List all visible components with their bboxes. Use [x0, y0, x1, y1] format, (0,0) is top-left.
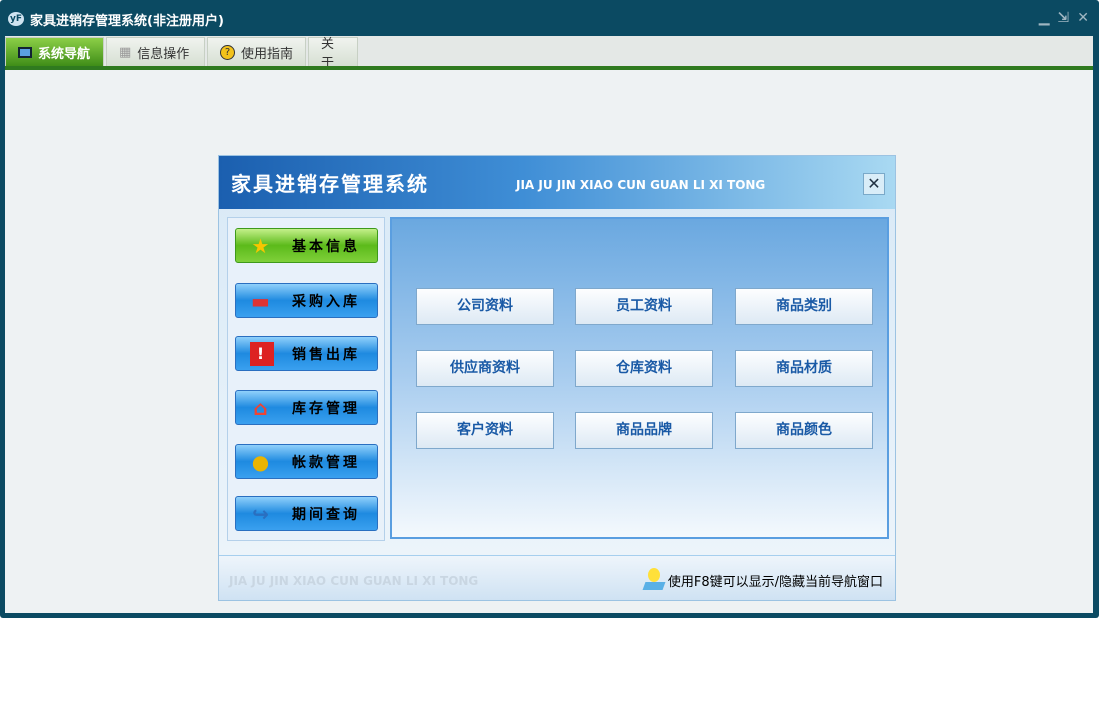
- btn-company-info[interactable]: 公司资料: [416, 288, 554, 325]
- star-icon: ★: [251, 233, 273, 258]
- lightbulb-icon: [644, 568, 664, 592]
- tab-info-ops[interactable]: ▦ 信息操作: [106, 37, 205, 66]
- navigation-dialog: 家具进销存管理系统 JIA JU JIN XIAO CUN GUAN LI XI…: [218, 155, 896, 601]
- nav-inventory[interactable]: ⌂ 库存管理: [235, 390, 378, 425]
- function-panel: 公司资料 员工资料 商品类别 供应商资料 仓库资料 商品材质 客户资料 商品品牌…: [390, 217, 889, 539]
- nav-basic-info[interactable]: ★ 基本信息: [235, 228, 378, 263]
- dialog-subtitle: JIA JU JIN XIAO CUN GUAN LI XI TONG: [516, 178, 766, 192]
- coins-icon: ●: [251, 449, 273, 474]
- arrow-icon: ↪: [252, 501, 272, 526]
- close-window-button[interactable]: ✕: [1077, 10, 1089, 26]
- dialog-footer: JIA JU JIN XIAO CUN GUAN LI XI TONG 使用F8…: [219, 555, 895, 600]
- minimize-button[interactable]: ▁: [1039, 10, 1050, 26]
- nav-purchase[interactable]: ▬ 采购入库: [235, 283, 378, 318]
- f8-hint: 使用F8键可以显示/隐藏当前导航窗口: [667, 574, 883, 590]
- btn-supplier-info[interactable]: 供应商资料: [416, 350, 554, 387]
- tab-about[interactable]: 关于: [308, 37, 358, 71]
- btn-warehouse-info[interactable]: 仓库资料: [575, 350, 713, 387]
- btn-product-brand[interactable]: 商品品牌: [575, 412, 713, 449]
- tab-guide[interactable]: ? 使用指南: [207, 37, 306, 66]
- restore-button[interactable]: ⇲: [1058, 10, 1070, 26]
- monitor-icon: ▬: [251, 288, 273, 313]
- grid-icon: ▦: [119, 44, 132, 60]
- title-bar: yF 家具进销存管理系统(非注册用户): [8, 9, 224, 29]
- help-icon: ?: [220, 44, 235, 60]
- home-icon: ⌂: [253, 395, 271, 420]
- btn-product-material[interactable]: 商品材质: [735, 350, 873, 387]
- btn-employee-info[interactable]: 员工资料: [575, 288, 713, 325]
- window-title: 家具进销存管理系统(非注册用户): [30, 13, 224, 29]
- footer-subtitle: JIA JU JIN XIAO CUN GUAN LI XI TONG: [229, 574, 479, 588]
- btn-customer-info[interactable]: 客户资料: [416, 412, 554, 449]
- dialog-header: 家具进销存管理系统 JIA JU JIN XIAO CUN GUAN LI XI…: [219, 156, 895, 209]
- nav-panel: ★ 基本信息 ▬ 采购入库 ! 销售出库 ⌂ 库存管理 ● 帐款管理 ↪ 期间查询: [227, 217, 385, 541]
- app-logo-icon: yF: [8, 12, 24, 26]
- dialog-close-button[interactable]: ✕: [863, 173, 885, 195]
- nav-sales[interactable]: ! 销售出库: [235, 336, 378, 371]
- btn-product-category[interactable]: 商品类别: [735, 288, 873, 325]
- nav-period-query[interactable]: ↪ 期间查询: [235, 496, 378, 531]
- tab-bar: 系统导航 ▦ 信息操作 ? 使用指南 关于: [5, 36, 1093, 71]
- btn-product-color[interactable]: 商品颜色: [735, 412, 873, 449]
- tab-system-nav[interactable]: 系统导航: [5, 37, 104, 66]
- nav-accounts[interactable]: ● 帐款管理: [235, 444, 378, 479]
- dialog-title: 家具进销存管理系统: [231, 172, 429, 196]
- monitor-icon: [18, 46, 32, 58]
- alert-icon: !: [250, 341, 274, 366]
